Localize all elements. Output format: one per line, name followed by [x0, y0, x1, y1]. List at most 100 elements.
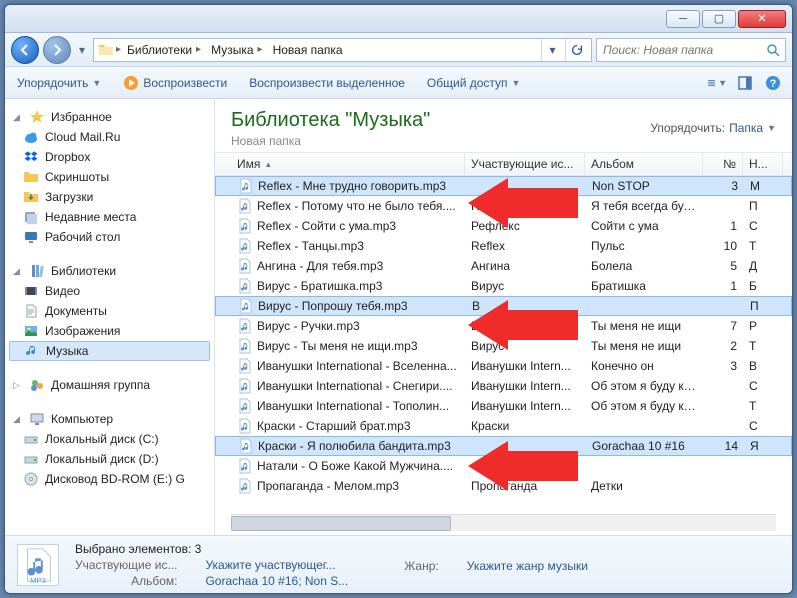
sidebar-item-screenshots[interactable]: Скриншоты — [5, 167, 214, 187]
file-row[interactable]: Вирус - Братишка.mp3ВирусБратишка1Б — [215, 276, 792, 296]
address-dropdown[interactable]: ▾ — [541, 39, 563, 61]
file-row[interactable]: Reflex - Мне трудно говорить.mp3Non STOP… — [215, 176, 792, 196]
sidebar-item-music[interactable]: Музыка — [9, 341, 210, 361]
sidebar-item-bdrom[interactable]: Дисковод BD-ROM (E:) G — [5, 469, 214, 489]
maximize-button[interactable]: ▢ — [702, 10, 736, 28]
breadcrumb-folder[interactable]: Новая папка — [269, 41, 347, 59]
file-artist: Ангина — [465, 259, 585, 273]
column-album[interactable]: Альбом — [585, 153, 703, 175]
file-artist: Reflex — [465, 239, 585, 253]
file-row[interactable]: Reflex - Танцы.mp3ReflexПульс10Т — [215, 236, 792, 256]
breadcrumb-music[interactable]: Музыка▸ — [207, 41, 266, 59]
sidebar-item-drive-d[interactable]: Локальный диск (D:) — [5, 449, 214, 469]
column-artist[interactable]: Участвующие ис... — [465, 153, 585, 175]
file-title: Т — [743, 239, 783, 253]
file-row[interactable]: Краски - Я полюбила бандита.mp3Gorachaa … — [215, 436, 792, 456]
help-button[interactable]: ? — [762, 72, 784, 94]
file-row[interactable]: Иванушки International - Снегири....Иван… — [215, 376, 792, 396]
search-input[interactable] — [601, 42, 765, 58]
file-row[interactable]: Пропаганда - Мелом.mp3ПропагандаДетки — [215, 476, 792, 496]
mp3-thumbnail-icon: MP3 — [17, 544, 59, 586]
file-track: 2 — [703, 339, 743, 353]
file-row[interactable]: Краски - Старший брат.mp3КраскиС — [215, 416, 792, 436]
horizontal-scrollbar[interactable] — [231, 514, 776, 531]
sidebar-item-recent[interactable]: Недавние места — [5, 207, 214, 227]
file-name: Вирус - Ты меня не ищи.mp3 — [257, 339, 418, 353]
column-name[interactable]: Имя▲ — [231, 153, 465, 175]
svg-text:MP3: MP3 — [30, 576, 46, 585]
sidebar-item-downloads[interactable]: Загрузки — [5, 187, 214, 207]
image-icon — [23, 323, 39, 339]
address-bar[interactable]: ▸ Библиотеки▸ Музыка▸ Новая папка ▾ — [93, 38, 592, 62]
mp3-icon — [237, 218, 253, 234]
navigation-pane[interactable]: ◢Избранное Cloud Mail.Ru Dropbox Скриншо… — [5, 99, 215, 535]
svg-text:?: ? — [770, 78, 777, 90]
sidebar-item-cloud[interactable]: Cloud Mail.Ru — [5, 127, 214, 147]
file-row[interactable]: Натали - О Боже Какой Мужчина.... — [215, 456, 792, 476]
sidebar-item-videos[interactable]: Видео — [5, 281, 214, 301]
genre-value[interactable]: Укажите жанр музыки — [467, 559, 588, 573]
file-title: С — [743, 419, 783, 433]
close-button[interactable]: ✕ — [738, 10, 786, 28]
refresh-button[interactable] — [565, 39, 587, 61]
file-name: Reflex - Сойти с ума.mp3 — [257, 219, 396, 233]
file-row[interactable]: Вирус - Ты меня не ищи.mp3ВирусТы меня н… — [215, 336, 792, 356]
file-row[interactable]: Вирус - Попрошу тебя.mp3ВП — [215, 296, 792, 316]
organize-menu[interactable]: Упорядочить ▼ — [13, 74, 105, 92]
file-name: Reflex - Мне трудно говорить.mp3 — [258, 179, 446, 193]
chevron-down-icon: ▼ — [767, 123, 776, 133]
preview-pane-button[interactable] — [734, 72, 756, 94]
file-name: Вирус - Ручки.mp3 — [257, 319, 360, 333]
sidebar-homegroup-header[interactable]: ▷Домашняя группа — [5, 375, 214, 395]
nav-bar: ▾ ▸ Библиотеки▸ Музыка▸ Новая папка ▾ — [5, 33, 792, 67]
arrow-left-icon — [17, 42, 33, 58]
file-list[interactable]: Reflex - Мне трудно говорить.mp3Non STOP… — [215, 176, 792, 514]
file-track: 5 — [703, 259, 743, 273]
dropbox-icon — [23, 149, 39, 165]
file-row[interactable]: Ангина - Для тебя.mp3АнгинаБолела5Д — [215, 256, 792, 276]
chevron-right-icon[interactable]: ▸ — [116, 44, 121, 55]
search-box[interactable] — [596, 38, 786, 62]
minimize-button[interactable]: ─ — [666, 10, 700, 28]
file-artist: В — [466, 299, 586, 313]
play-selected-button[interactable]: Воспроизвести выделенное — [245, 74, 409, 92]
file-album: Об этом я буду кр... — [585, 379, 703, 393]
file-row[interactable]: Reflex - Потому что не было тебя....Refl… — [215, 196, 792, 216]
file-row[interactable]: Вирус - Ручки.mp3ВТы меня не ищи7Р — [215, 316, 792, 336]
view-options-button[interactable]: ▼ — [706, 72, 728, 94]
share-menu[interactable]: Общий доступ ▼ — [423, 74, 525, 92]
nav-back-button[interactable] — [11, 36, 39, 64]
sidebar-item-pictures[interactable]: Изображения — [5, 321, 214, 341]
scrollbar-thumb[interactable] — [231, 516, 451, 531]
column-headers[interactable]: Имя▲ Участвующие ис... Альбом № Н... — [215, 152, 792, 176]
sidebar-item-desktop[interactable]: Рабочий стол — [5, 227, 214, 247]
mp3-icon — [237, 458, 253, 474]
sidebar-libraries-header[interactable]: ◢Библиотеки — [5, 261, 214, 281]
sidebar-item-documents[interactable]: Документы — [5, 301, 214, 321]
file-name: Краски - Я полюбила бандита.mp3 — [258, 439, 451, 453]
nav-forward-button[interactable] — [43, 36, 71, 64]
arrange-by-menu[interactable]: Упорядочить: Папка ▼ — [650, 121, 776, 135]
artist-value[interactable]: Укажите участвующег... — [205, 558, 348, 572]
column-title[interactable]: Н... — [743, 153, 783, 175]
file-row[interactable]: Иванушки International - Вселенна...Иван… — [215, 356, 792, 376]
nav-history-dropdown[interactable]: ▾ — [75, 36, 89, 64]
titlebar[interactable]: ─ ▢ ✕ — [5, 5, 792, 33]
file-row[interactable]: Иванушки International - Тополин...Ивану… — [215, 396, 792, 416]
chevron-right-icon[interactable]: ▸ — [258, 44, 263, 55]
mp3-icon — [237, 278, 253, 294]
file-artist: Рефлекс — [465, 219, 585, 233]
breadcrumb-libraries[interactable]: Библиотеки▸ — [123, 41, 205, 59]
album-value[interactable]: Gorachaa 10 #16; Non S... — [205, 574, 348, 588]
sidebar-favorites-header[interactable]: ◢Избранное — [5, 107, 214, 127]
sidebar-computer-header[interactable]: ◢Компьютер — [5, 409, 214, 429]
sidebar-item-dropbox[interactable]: Dropbox — [5, 147, 214, 167]
sidebar-item-drive-c[interactable]: Локальный диск (C:) — [5, 429, 214, 449]
play-icon — [123, 75, 139, 91]
file-row[interactable]: Reflex - Сойти с ума.mp3РефлексСойти с у… — [215, 216, 792, 236]
library-title: Библиотека "Музыка" — [231, 109, 430, 132]
chevron-right-icon[interactable]: ▸ — [196, 44, 201, 55]
play-button[interactable]: Воспроизвести — [119, 73, 231, 93]
content-pane: Библиотека "Музыка" Новая папка Упорядоч… — [215, 99, 792, 535]
column-track[interactable]: № — [703, 153, 743, 175]
